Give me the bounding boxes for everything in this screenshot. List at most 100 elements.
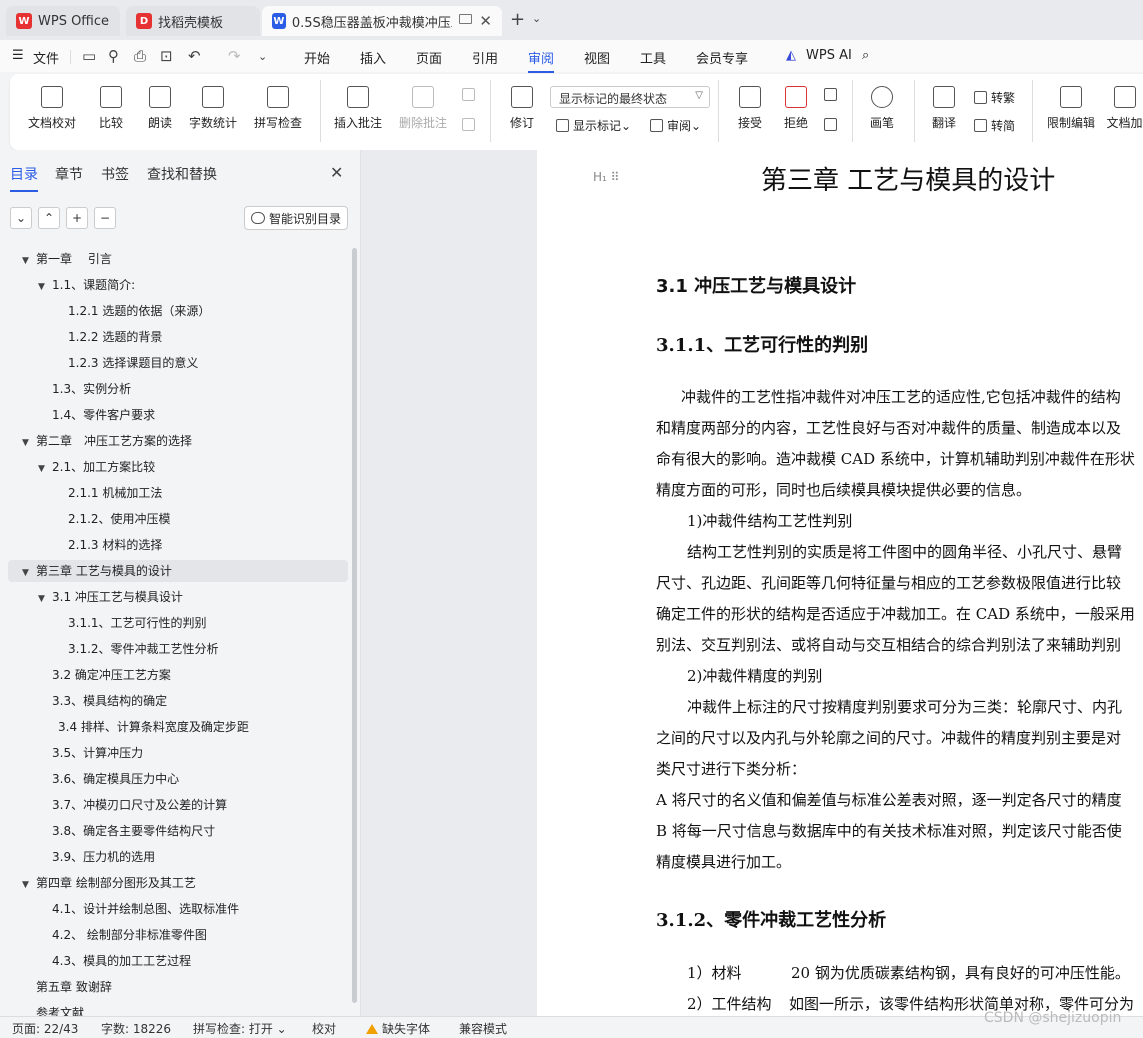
menu-wps-ai[interactable]: WPS AI	[806, 48, 852, 63]
menu-home[interactable]: 开始	[304, 48, 330, 67]
toc-item[interactable]: ▼ 1.1、课题简介:	[38, 274, 135, 296]
tab-toc[interactable]: 目录	[10, 164, 38, 192]
toc-item[interactable]: 2.1.1 机械加工法	[68, 482, 162, 504]
toc-item[interactable]: ▼ 2.1、加工方案比较	[38, 456, 155, 478]
doc-check-button[interactable]: 文档校对	[26, 86, 78, 131]
toc-item[interactable]: 2.1.2、使用冲压模	[68, 508, 171, 530]
track-changes-button[interactable]: 修订	[504, 86, 540, 131]
next-comment-icon[interactable]	[462, 118, 479, 131]
menu-tools[interactable]: 工具	[640, 48, 666, 67]
show-markup-button[interactable]: 显示标记 ⌄	[556, 117, 631, 134]
toc-expand-triangle-icon[interactable]: ▼	[22, 874, 36, 896]
toc-item[interactable]: 4.2、 绘制部分非标准零件图	[52, 924, 207, 946]
tab-sections[interactable]: 章节	[55, 164, 83, 184]
toc-item[interactable]: ▼ 第二章 冲压工艺方案的选择	[22, 430, 192, 452]
heading-handle-icon[interactable]: H₁ ⠿	[593, 170, 619, 184]
spell-check-button[interactable]: 拼写检查	[248, 86, 308, 131]
markup-state-dropdown[interactable]: 显示标记的最终状态 ▽	[550, 86, 710, 108]
reject-button[interactable]: 拒绝	[778, 86, 814, 131]
toc-item[interactable]: 3.9、压力机的选用	[52, 846, 155, 868]
remove-heading-minus-icon[interactable]: −	[94, 207, 116, 229]
share-icon[interactable]: ⚲	[108, 47, 119, 65]
menu-member[interactable]: 会员专享	[696, 48, 748, 67]
toc-expand-triangle-icon[interactable]: ▼	[38, 588, 52, 610]
toc-item[interactable]: 3.8、确定各主要零件结构尺寸	[52, 820, 215, 842]
toc-item[interactable]: 1.2.1 选题的依据（来源）	[68, 300, 210, 322]
toc-item[interactable]: ▼ 第四章 绘制部分图形及其工艺	[22, 872, 196, 894]
restrict-edit-button[interactable]: 限制编辑	[1045, 86, 1097, 131]
toc-item[interactable]: 3.6、确定模具压力中心	[52, 768, 179, 790]
toc-item[interactable]: 1.3、实例分析	[52, 378, 131, 400]
insert-comment-button[interactable]: 插入批注	[333, 86, 383, 131]
new-tab-plus-icon[interactable]: +	[510, 9, 525, 30]
toc-item[interactable]: 3.3、模具结构的确定	[52, 690, 167, 712]
collapse-chevron-icon[interactable]: ⌄	[10, 207, 32, 229]
word-count-indicator[interactable]: 字数: 18226	[101, 1020, 171, 1037]
to-simplified-button[interactable]: 转简	[974, 117, 1015, 134]
close-icon[interactable]: ✕	[330, 163, 343, 182]
add-heading-plus-icon[interactable]: +	[66, 207, 88, 229]
next-change-icon[interactable]	[824, 118, 841, 131]
prev-change-icon[interactable]	[824, 88, 841, 101]
toc-item[interactable]: ▼ 第三章 工艺与模具的设计	[8, 560, 348, 582]
document-page[interactable]: H₁ ⠿ 第三章 工艺与模具的设计 3.1 冲压工艺与模具设计 3.1.1、工艺…	[537, 150, 1143, 1016]
word-count-button[interactable]: 字数统计	[188, 86, 238, 131]
scrollbar[interactable]	[352, 248, 357, 1003]
prev-comment-icon[interactable]	[462, 88, 479, 101]
toc-item[interactable]: 第五章 致谢辞	[36, 976, 112, 998]
menu-reference[interactable]: 引用	[472, 48, 498, 67]
tab-wps-office[interactable]: W WPS Office	[6, 6, 120, 36]
toc-item[interactable]: 4.1、设计并绘制总图、选取标准件	[52, 898, 239, 920]
menu-insert[interactable]: 插入	[360, 48, 386, 67]
redo-icon[interactable]: ↷	[228, 47, 241, 65]
toc-item[interactable]: 3.7、冲模刃口尺寸及公差的计算	[52, 794, 227, 816]
accept-button[interactable]: 接受	[732, 86, 768, 131]
pen-button[interactable]: 画笔	[868, 86, 896, 131]
toc-item[interactable]: 1.2.3 选择课题目的意义	[68, 352, 198, 374]
toc-item[interactable]: ▼ 第一章 引言	[22, 248, 112, 270]
expand-chevron-icon[interactable]: ⌃	[38, 207, 60, 229]
toc-expand-triangle-icon[interactable]: ▼	[22, 562, 36, 584]
menu-page[interactable]: 页面	[416, 48, 442, 67]
proof-status[interactable]: 校对	[312, 1020, 336, 1037]
toc-item[interactable]: 3.1.1、工艺可行性的判别	[68, 612, 207, 634]
doc-encrypt-button[interactable]: 文档加	[1106, 86, 1143, 131]
toc-item[interactable]: 3.2 确定冲压工艺方案	[52, 664, 171, 686]
missing-font-status[interactable]: 缺失字体	[366, 1020, 430, 1037]
toc-item[interactable]: ▼ 3.1 冲压工艺与模具设计	[38, 586, 183, 608]
page-indicator[interactable]: 页面: 22/43	[12, 1020, 78, 1037]
tab-bookmarks[interactable]: 书签	[101, 164, 129, 184]
print-icon[interactable]: ⎙	[134, 47, 146, 65]
hamburger-icon[interactable]: ☰	[12, 48, 24, 63]
toc-item[interactable]: 参考文献	[36, 1002, 84, 1016]
toc-item[interactable]: 3.1.2、零件冲裁工艺性分析	[68, 638, 219, 660]
more-chevron-icon[interactable]: ⌄	[258, 50, 267, 63]
print-preview-icon[interactable]: ⊡	[160, 47, 173, 65]
toc-item[interactable]: 2.1.3 材料的选择	[68, 534, 162, 556]
tab-document[interactable]: W 0.5S稳压器盖板冲裁模冲压工艺 ✕	[262, 6, 502, 36]
read-aloud-button[interactable]: 朗读	[146, 86, 174, 131]
undo-icon[interactable]: ↶	[188, 47, 201, 65]
toc-item[interactable]: 3.5、计算冲压力	[52, 742, 143, 764]
close-icon[interactable]: ✕	[479, 12, 492, 30]
wps-ai-icon[interactable]: ◭	[786, 48, 796, 63]
toc-item[interactable]: 1.2.2 选题的背景	[68, 326, 162, 348]
save-icon[interactable]: ▭	[82, 47, 96, 65]
delete-comment-button[interactable]: 删除批注	[394, 86, 452, 131]
menu-file[interactable]: 文件	[33, 48, 59, 67]
menu-review[interactable]: 审阅	[528, 48, 555, 73]
toc-expand-triangle-icon[interactable]: ▼	[22, 250, 36, 272]
chevron-down-icon[interactable]: ⌄	[532, 12, 541, 25]
translate-button[interactable]: 翻译	[926, 86, 962, 131]
toc-expand-triangle-icon[interactable]: ▼	[38, 458, 52, 480]
search-icon[interactable]: ⌕	[862, 48, 869, 63]
tab-find-replace[interactable]: 查找和替换	[147, 164, 217, 184]
smart-toc-button[interactable]: 智能识别目录	[244, 206, 348, 230]
toc-item[interactable]: 4.3、模具的加工工艺过程	[52, 950, 191, 972]
monitor-icon[interactable]	[459, 14, 472, 24]
menu-view[interactable]: 视图	[584, 48, 610, 67]
tab-template[interactable]: D 找稻壳模板	[126, 6, 260, 36]
review-pane-button[interactable]: 审阅 ⌄	[650, 117, 701, 134]
toc-item[interactable]: 3.4 排样、计算条料宽度及确定步距	[58, 716, 249, 738]
spell-check-status[interactable]: 拼写检查: 打开 ⌄	[193, 1020, 287, 1037]
